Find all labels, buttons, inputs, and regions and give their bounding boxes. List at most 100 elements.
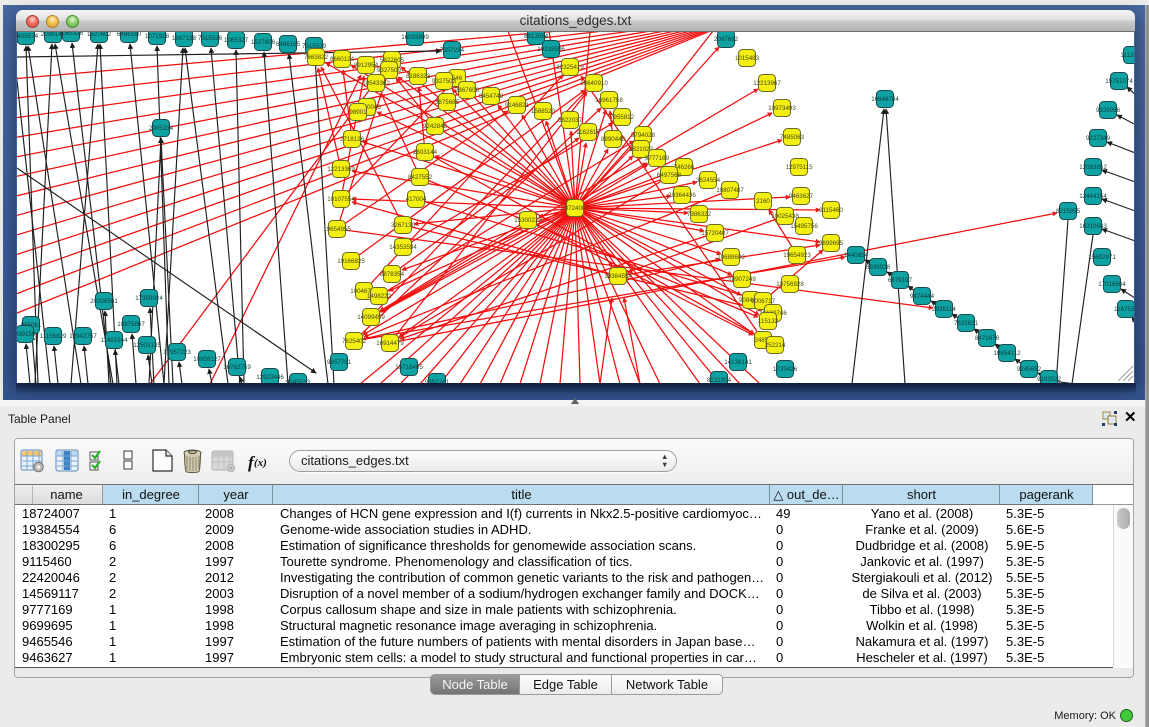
svg-text:8912954: 8912954 [354, 62, 379, 69]
svg-text:7663822: 7663822 [304, 54, 329, 61]
svg-text:12093852: 12093852 [1079, 164, 1107, 171]
svg-text:6466165: 6466165 [276, 41, 301, 48]
svg-text:8938928: 8938928 [866, 264, 891, 271]
svg-text:20364436: 20364436 [668, 192, 696, 199]
svg-text:9794028: 9794028 [631, 132, 656, 139]
svg-text:17016504: 17016504 [1098, 281, 1126, 288]
svg-text:12213369: 12213369 [327, 166, 355, 173]
svg-text:10807487: 10807487 [716, 187, 744, 194]
svg-text:1015483: 1015483 [735, 55, 760, 62]
svg-text:2803144: 2803144 [413, 149, 438, 156]
svg-text:16914479: 16914479 [376, 340, 404, 347]
svg-text:8427552: 8427552 [408, 174, 433, 181]
svg-text:14136141: 14136141 [724, 359, 752, 366]
svg-text:8454749: 8454749 [479, 93, 504, 100]
svg-text:2935114: 2935114 [932, 306, 956, 313]
svg-text:3267130: 3267130 [391, 222, 416, 229]
svg-text:6879197: 6879197 [888, 277, 913, 284]
svg-text:1071918: 1071918 [145, 33, 170, 40]
svg-text:15692971: 15692971 [1088, 254, 1116, 261]
svg-text:6497568: 6497568 [657, 172, 682, 179]
svg-text:9115460: 9115460 [819, 207, 843, 214]
svg-text:10654112: 10654112 [993, 350, 1021, 357]
svg-text:10975867: 10975867 [117, 321, 145, 328]
svg-text:9193522: 9193522 [1037, 376, 1062, 383]
svg-text:1733426: 1733426 [773, 366, 798, 373]
svg-text:9474444: 9474444 [910, 293, 935, 300]
svg-text:16782759: 16782759 [223, 364, 251, 371]
svg-text:7386322: 7386322 [687, 211, 712, 218]
svg-text:9327509: 9327509 [377, 67, 402, 74]
svg-text:3624554: 3624554 [696, 177, 721, 184]
svg-text:1440954: 1440954 [844, 252, 869, 259]
svg-text:18640910: 18640910 [580, 80, 608, 87]
svg-text:1498222: 1498222 [367, 293, 392, 300]
svg-text:16961758: 16961758 [595, 97, 623, 104]
svg-text:12503135: 12503135 [133, 342, 161, 349]
svg-text:939159: 939159 [17, 331, 36, 338]
svg-text:9146821: 9146821 [505, 102, 530, 109]
svg-text:8215955: 8215955 [1056, 208, 1081, 215]
svg-text:14099459: 14099459 [357, 314, 385, 321]
svg-text:1162615: 1162615 [576, 129, 600, 136]
svg-text:1167534: 1167534 [1114, 306, 1134, 313]
svg-text:10973493: 10973493 [768, 105, 796, 112]
svg-text:16033809: 16033809 [401, 34, 429, 41]
svg-text:7955812: 7955812 [610, 114, 635, 121]
svg-text:5822037: 5822037 [558, 117, 583, 124]
svg-text:8813054: 8813054 [524, 33, 549, 40]
svg-text:14353594: 14353594 [389, 244, 417, 251]
svg-text:19218506: 19218506 [537, 46, 565, 53]
svg-text:10025438: 10025438 [771, 213, 799, 220]
svg-text:15716485: 15716485 [395, 364, 423, 371]
svg-text:19654923: 19654923 [783, 252, 811, 259]
svg-text:10756928: 10756928 [776, 281, 804, 288]
svg-text:9329966: 9329966 [1096, 107, 1121, 114]
svg-text:15751074: 15751074 [1105, 78, 1133, 85]
svg-text:19384554: 19384554 [604, 273, 632, 280]
svg-text:1065326: 1065326 [59, 32, 84, 37]
svg-text:8660124: 8660124 [330, 56, 355, 63]
svg-text:7515526: 7515526 [198, 35, 223, 42]
svg-text:16648784: 16648784 [871, 96, 899, 103]
svg-text:15495756: 15495756 [790, 223, 818, 230]
svg-text:11451944: 11451944 [100, 337, 128, 344]
svg-text:9245652: 9245652 [1017, 366, 1042, 373]
svg-text:17957223: 17957223 [163, 349, 191, 356]
svg-text:2160: 2160 [756, 198, 770, 205]
svg-text:2087682: 2087682 [714, 36, 739, 43]
svg-text:19166825: 19166825 [337, 258, 365, 265]
svg-text:11156829: 11156829 [40, 333, 67, 340]
svg-text:16210643: 16210643 [1079, 223, 1107, 230]
svg-text:18724007: 18724007 [561, 205, 589, 212]
svg-text:12444154: 12444154 [1079, 193, 1107, 200]
svg-text:7625402: 7625402 [342, 338, 367, 345]
svg-text:1588520: 1588520 [531, 108, 556, 115]
svg-text:10688609: 10688609 [717, 254, 745, 261]
svg-text:2867608: 2867608 [455, 87, 480, 94]
svg-text:8471676: 8471676 [975, 335, 1000, 342]
svg-text:115132: 115132 [758, 318, 779, 325]
svg-text:7485063: 7485063 [780, 134, 805, 141]
svg-text:2905334: 2905334 [149, 125, 174, 132]
svg-text:19654955: 19654955 [323, 226, 351, 233]
svg-text:9242848: 9242848 [423, 123, 448, 130]
svg-text:1112834: 1112834 [1120, 52, 1134, 59]
svg-text:10958127: 10958127 [193, 356, 221, 363]
svg-text:3875685: 3875685 [435, 99, 460, 106]
svg-text:1405574: 1405574 [17, 33, 39, 40]
svg-text:12975115: 12975115 [785, 164, 813, 171]
svg-text:9227349: 9227349 [1086, 135, 1111, 142]
svg-text:1527602: 1527602 [87, 32, 112, 38]
svg-text:10543362: 10543362 [362, 80, 390, 87]
svg-text:1667138: 1667138 [172, 35, 197, 42]
svg-text:98901: 98901 [349, 109, 367, 116]
svg-text:12942757: 12942757 [69, 333, 97, 340]
svg-text:8186323: 8186323 [406, 73, 431, 80]
svg-text:15300213: 15300213 [514, 217, 542, 224]
svg-text:2718126: 2718126 [340, 136, 365, 143]
svg-text:9777169: 9777169 [645, 155, 670, 162]
svg-text:(x): (x) [254, 457, 267, 469]
svg-text:9899695: 9899695 [819, 240, 844, 247]
svg-text:12325419: 12325419 [556, 64, 584, 71]
